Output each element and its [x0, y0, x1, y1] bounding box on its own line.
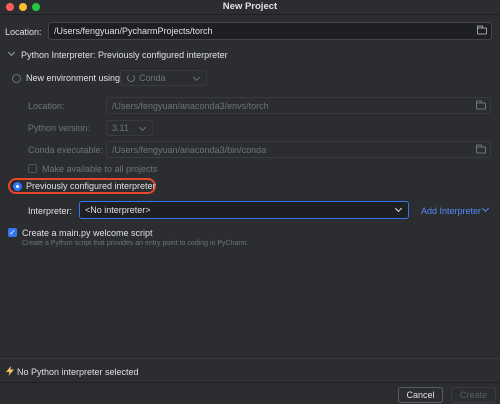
cancel-button[interactable]: Cancel: [398, 387, 443, 403]
conda-executable-value: /Users/fengyuan/anaconda3/bin/conda: [112, 144, 267, 155]
title-bar: New Project: [0, 0, 500, 15]
welcome-script-description: Create a Python script that provides an …: [22, 240, 249, 247]
window-title: New Project: [222, 1, 278, 12]
interpreter-value: <No interpreter>: [85, 205, 151, 215]
python-version-value: 3.11: [112, 123, 129, 133]
welcome-script-label[interactable]: Create a main.py welcome script: [22, 228, 153, 238]
location-label: Location:: [5, 27, 42, 37]
make-available-checkbox[interactable]: [28, 164, 37, 173]
previous-interpreter-radio[interactable]: [13, 182, 22, 191]
new-environment-label[interactable]: New environment using: [26, 73, 120, 83]
location-field[interactable]: /Users/fengyuan/PycharmProjects/torch: [48, 22, 492, 40]
interpreter-dropdown-chevron-icon: [394, 204, 403, 213]
footer-divider: [0, 382, 500, 383]
env-location-value: /Users/fengyuan/anaconda3/envs/torch: [112, 100, 269, 111]
folder-icon[interactable]: [477, 25, 487, 35]
previous-interpreter-label[interactable]: Previously configured interpreter: [26, 181, 156, 191]
conda-spinner-icon: [127, 74, 135, 82]
status-message: No Python interpreter selected: [17, 367, 139, 377]
environment-tool-value: Conda: [139, 73, 166, 83]
make-available-label: Make available to all projects: [42, 164, 158, 174]
conda-executable-folder-icon[interactable]: [476, 144, 486, 153]
environment-tool-select[interactable]: Conda: [120, 70, 207, 86]
env-location-field[interactable]: /Users/fengyuan/anaconda3/envs/torch: [106, 97, 491, 114]
lightning-icon: [6, 366, 14, 376]
python-version-chevron-icon: [138, 123, 147, 132]
interpreter-label: Interpreter:: [28, 206, 73, 216]
welcome-script-checkbox[interactable]: ✓: [8, 228, 17, 237]
conda-executable-label: Conda executable:: [28, 145, 104, 155]
conda-executable-field[interactable]: /Users/fengyuan/anaconda3/bin/conda: [106, 141, 491, 158]
tool-dropdown-chevron-icon: [192, 73, 201, 82]
env-location-folder-icon[interactable]: [476, 100, 486, 109]
add-interpreter-link[interactable]: Add Interpreter: [421, 206, 481, 216]
location-value: /Users/fengyuan/PycharmProjects/torch: [54, 26, 213, 36]
status-divider: [0, 358, 500, 359]
create-button[interactable]: Create: [451, 387, 496, 403]
python-version-select[interactable]: 3.11: [106, 120, 153, 136]
collapse-chevron-icon[interactable]: [7, 48, 16, 57]
interpreter-select[interactable]: <No interpreter>: [79, 201, 409, 219]
add-interpreter-chevron-icon[interactable]: [481, 204, 490, 213]
python-version-label: Python version:: [28, 123, 91, 133]
new-environment-radio[interactable]: [12, 74, 21, 83]
interpreter-section-title: Python Interpreter: Previously configure…: [21, 50, 228, 60]
env-location-label: Location:: [28, 101, 65, 111]
